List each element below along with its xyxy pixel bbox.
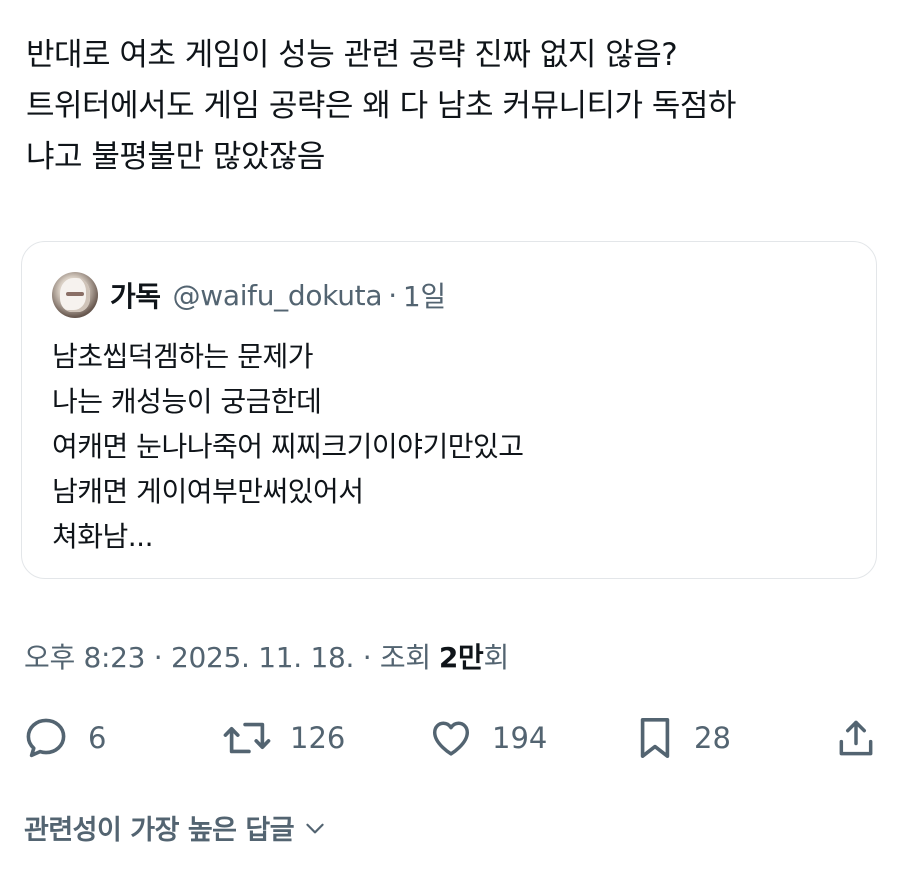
tweet-text: 반대로 여초 게임이 성능 관련 공략 진짜 없지 않음? 트위터에서도 게임 … — [26, 30, 886, 183]
like-button[interactable]: 194 — [428, 712, 547, 764]
quoted-text-line: 여캐면 눈나나죽어 찌찌크기이야기만있고 — [52, 430, 524, 463]
retweet-icon — [223, 722, 271, 754]
heart-icon — [432, 721, 470, 756]
reply-icon — [26, 718, 66, 758]
quoted-text-line: 쳐화남... — [52, 520, 153, 553]
separator-dot: · — [388, 278, 397, 312]
tweet-actions: 6 126 194 28 — [0, 712, 900, 764]
quoted-tweet-card[interactable]: 가독 @waifu_dokuta · 1일 남초씹덕겜하는 문제가 나는 캐성능… — [21, 241, 877, 579]
quoted-text-line: 남캐면 게이여부만써있어서 — [52, 475, 364, 508]
avatar[interactable] — [52, 272, 98, 318]
reply-button[interactable]: 6 — [22, 712, 106, 764]
share-button[interactable] — [834, 712, 878, 764]
quoted-tweet-header: 가독 @waifu_dokuta · 1일 — [52, 272, 446, 318]
quoted-tweet-time[interactable]: 1일 — [403, 275, 446, 315]
tweet-meta: 오후 8:23 · 2025. 11. 18. · 조회 2만 회 — [24, 636, 509, 676]
quoted-text-line: 나는 캐성능이 궁금한데 — [52, 385, 322, 418]
like-count: 194 — [492, 721, 548, 755]
bookmark-count: 28 — [694, 721, 731, 755]
share-icon — [839, 720, 873, 756]
tweet-text-line: 냐고 불평불만 많았잖음 — [26, 139, 325, 175]
replies-sort-label: 관련성이 가장 높은 답글 — [24, 815, 295, 846]
retweet-count: 126 — [290, 721, 346, 755]
quoted-tweet-body: 남초씹덕겜하는 문제가 나는 캐성능이 궁금한데 여캐면 눈나나죽어 찌찌크기이… — [52, 334, 524, 559]
tweet-timestamp[interactable]: 오후 8:23 · 2025. 11. 18. · 조회 — [24, 636, 431, 676]
quoted-text-line: 남초씹덕겜하는 문제가 — [52, 340, 314, 373]
retweet-button[interactable]: 126 — [222, 712, 345, 764]
quoted-author-handle[interactable]: @waifu_dokuta — [173, 279, 383, 312]
bookmark-icon — [640, 718, 670, 758]
view-count[interactable]: 2만 — [439, 636, 484, 676]
chevron-down-icon — [306, 823, 324, 833]
reply-count: 6 — [88, 721, 107, 755]
tweet-text-line: 트위터에서도 게임 공략은 왜 다 남초 커뮤니티가 독점하 — [26, 88, 736, 124]
tweet-text-line: 반대로 여초 게임이 성능 관련 공략 진짜 없지 않음? — [26, 37, 678, 73]
replies-sort-dropdown[interactable]: 관련성이 가장 높은 답글 — [24, 808, 328, 847]
view-count-suffix: 회 — [483, 641, 510, 674]
quoted-author-name[interactable]: 가독 — [110, 275, 161, 315]
bookmark-button[interactable]: 28 — [634, 712, 731, 764]
